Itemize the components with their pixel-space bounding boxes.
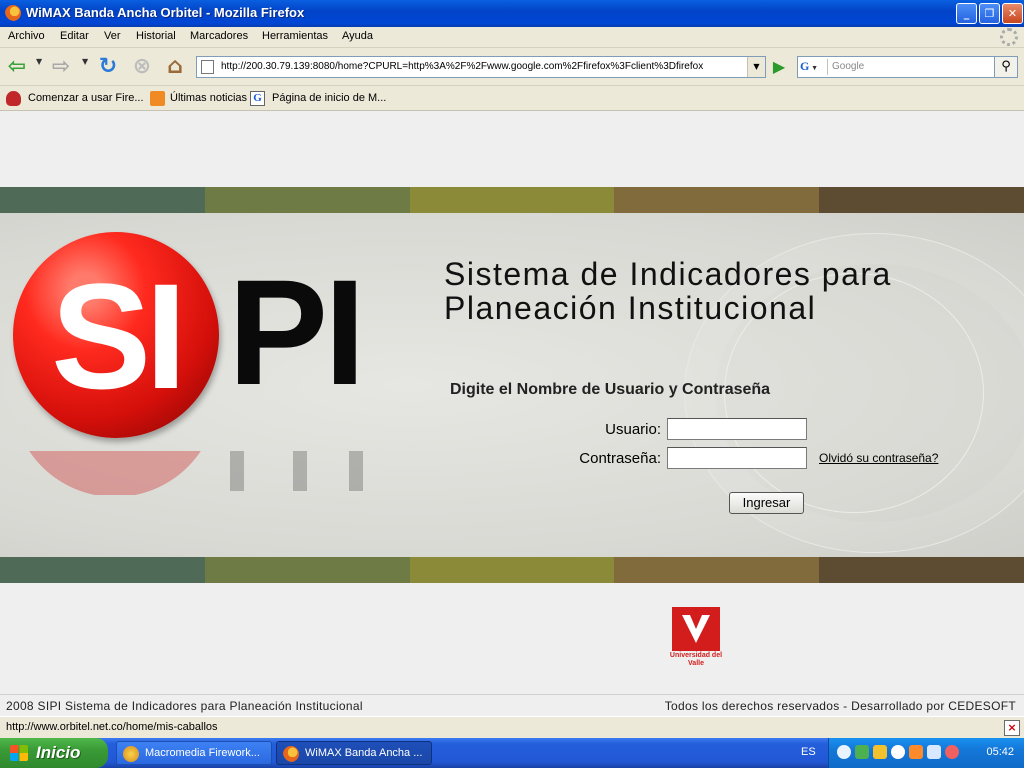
stripe-segment [819, 557, 1024, 583]
system-tray: ES 05:42 [801, 738, 1024, 768]
page-favicon-icon [201, 60, 214, 74]
tray-speaker-icon[interactable] [945, 745, 959, 759]
search-placeholder[interactable]: Google [832, 61, 864, 72]
footer-credits: Todos los derechos reservados - Desarrol… [664, 699, 1016, 713]
logo-reflection [12, 451, 372, 495]
status-close-icon[interactable]: × [1004, 720, 1020, 736]
stripe-segment [0, 187, 205, 213]
stripe-segment [819, 187, 1024, 213]
stripe-segment [409, 557, 615, 583]
google-bookmark-icon: G [250, 91, 265, 106]
windows-taskbar: Inicio Macromedia Firework... WiMAX Band… [0, 738, 1024, 768]
firefox-bookmark-icon [6, 91, 21, 106]
url-history-dropdown-icon[interactable]: ▼ [747, 57, 765, 77]
menu-editar[interactable]: Editar [60, 30, 89, 42]
system-title-line2: Planeación Institucional [444, 290, 817, 326]
status-text: http://www.orbitel.net.co/home/mis-cabal… [6, 721, 218, 733]
title-bar[interactable]: WiMAX Banda Ancha Orbitel - Mozilla Fire… [0, 0, 1024, 27]
minimize-button[interactable]: _ [956, 3, 977, 24]
go-arrow-icon[interactable]: ▶ [770, 58, 788, 76]
back-arrow-icon[interactable]: ⇦ [4, 55, 30, 81]
firefox-icon [283, 746, 299, 762]
sipi-logo-ball: SI [13, 232, 219, 438]
system-title-line1: Sistema de Indicadores para [444, 256, 892, 292]
university-shield-icon [672, 607, 720, 651]
login-button[interactable]: Ingresar [729, 492, 804, 514]
home-icon[interactable]: ⌂ [162, 55, 188, 81]
menu-bar: Archivo Editar Ver Historial Marcadores … [0, 27, 1024, 48]
fireworks-icon [123, 746, 139, 762]
username-label: Usuario: [605, 421, 661, 438]
taskbar-item-fireworks[interactable]: Macromedia Firework... [116, 741, 272, 765]
window-title: WiMAX Banda Ancha Orbitel - Mozilla Fire… [26, 5, 305, 20]
logo-text-pi: PI [228, 248, 366, 416]
menu-ver[interactable]: Ver [104, 30, 121, 42]
login-prompt: Digite el Nombre de Usuario y Contraseña [450, 381, 771, 398]
university-logo-text: Universidad del Valle [669, 652, 723, 667]
password-label: Contraseña: [579, 450, 661, 467]
footer-copyright: 2008 SIPI Sistema de Indicadores para Pl… [6, 699, 363, 713]
status-bar: http://www.orbitel.net.co/home/mis-cabal… [0, 716, 1024, 738]
tray-panda-icon[interactable] [891, 745, 905, 759]
stripe-segment [204, 187, 410, 213]
page-content: SI PI Sistema de Indicadores para Planea… [0, 111, 1024, 694]
tray-app-icon[interactable] [909, 745, 923, 759]
back-dropdown-icon[interactable]: ▼ [36, 57, 42, 66]
bookmarks-toolbar: Comenzar a usar Fire... Últimas noticias… [0, 87, 1024, 111]
taskbar-item-label: WiMAX Banda Ancha ... [305, 747, 423, 759]
forgot-password-link[interactable]: Olvidó su contraseña? [819, 451, 938, 465]
system-title: Sistema de Indicadores para Planeación I… [444, 257, 892, 325]
navigation-toolbar: ⇦ ▼ ⇨ ▼ ↻ ⊗ ⌂ http://200.30.79.139:8080/… [0, 49, 1024, 86]
stop-icon[interactable]: ⊗ [129, 55, 155, 81]
close-button[interactable]: ✕ [1002, 3, 1023, 24]
tray-shield-icon[interactable] [873, 745, 887, 759]
login-panel: SI PI Sistema de Indicadores para Planea… [0, 213, 1024, 557]
top-color-stripe [0, 187, 1024, 213]
firefox-icon [5, 5, 21, 21]
tray-monitor-icon[interactable] [927, 745, 941, 759]
taskbar-item-firefox[interactable]: WiMAX Banda Ancha ... [276, 741, 432, 765]
forward-arrow-icon[interactable]: ⇨ [48, 55, 74, 81]
logo-text-si: SI [51, 252, 187, 420]
start-button[interactable]: Inicio [0, 738, 108, 768]
taskbar-item-label: Macromedia Firework... [145, 747, 260, 759]
bookmark-latest-news[interactable]: Últimas noticias [170, 92, 247, 104]
firefox-window: WiMAX Banda Ancha Orbitel - Mozilla Fire… [0, 0, 1024, 768]
url-bar[interactable]: http://200.30.79.139:8080/home?CPURL=htt… [196, 56, 766, 78]
start-label: Inicio [36, 743, 81, 762]
stripe-segment [0, 557, 205, 583]
forward-dropdown-icon[interactable]: ▼ [82, 57, 88, 66]
throbber-icon [1000, 28, 1018, 46]
language-indicator[interactable]: ES [801, 746, 816, 758]
university-logo: Universidad del Valle [670, 607, 722, 671]
search-icon[interactable]: ⚲ [994, 56, 1018, 78]
search-bar[interactable]: G ▼ Google [797, 56, 995, 78]
tray-arrow-icon[interactable] [837, 745, 851, 759]
menu-ayuda[interactable]: Ayuda [342, 30, 373, 42]
stripe-segment [614, 557, 820, 583]
menu-archivo[interactable]: Archivo [8, 30, 45, 42]
reload-icon[interactable]: ↻ [95, 55, 121, 81]
stripe-segment [204, 557, 410, 583]
bookmark-homepage[interactable]: Página de inicio de M... [272, 92, 386, 104]
username-input[interactable] [667, 418, 807, 440]
url-text[interactable]: http://200.30.79.139:8080/home?CPURL=htt… [221, 61, 741, 72]
stripe-segment [409, 187, 615, 213]
menu-historial[interactable]: Historial [136, 30, 176, 42]
menu-marcadores[interactable]: Marcadores [190, 30, 248, 42]
password-input[interactable] [667, 447, 807, 469]
clock: 05:42 [986, 746, 1014, 758]
maximize-button[interactable]: ❐ [979, 3, 1000, 24]
menu-herramientas[interactable]: Herramientas [262, 30, 328, 42]
bottom-color-stripe [0, 557, 1024, 583]
stripe-segment [614, 187, 820, 213]
tray-network-icon[interactable] [855, 745, 869, 759]
rss-icon [150, 91, 165, 106]
search-engine-icon[interactable]: G ▼ [800, 59, 828, 75]
page-footer: 2008 SIPI Sistema de Indicadores para Pl… [0, 694, 1024, 716]
bookmark-getting-started[interactable]: Comenzar a usar Fire... [28, 92, 144, 104]
